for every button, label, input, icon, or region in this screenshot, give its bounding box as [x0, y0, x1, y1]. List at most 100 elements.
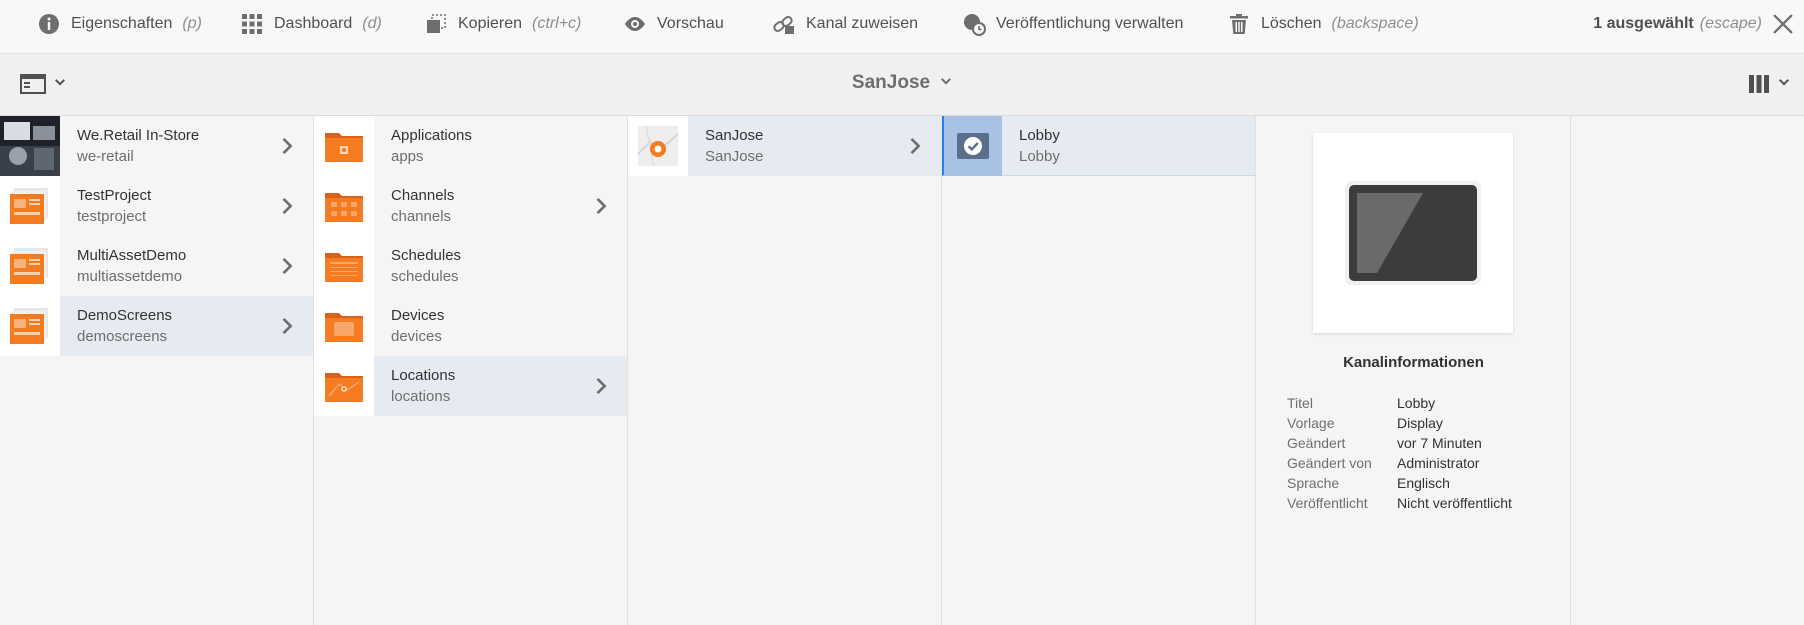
info-key: Veröffentlicht — [1287, 495, 1368, 511]
folder-icon — [314, 296, 374, 356]
column-view: We.Retail In-Store we-retail TestProject… — [0, 115, 1804, 625]
copy-icon — [427, 13, 446, 33]
info-row: Sprache Englisch — [1287, 473, 1512, 493]
preview-button[interactable]: Vorschau — [623, 0, 724, 47]
item-path: we-retail — [77, 148, 134, 165]
chevron-right-icon — [591, 197, 609, 215]
info-row: Veröffentlicht Nicht veröffentlicht — [1287, 493, 1512, 513]
project-card-icon — [0, 236, 60, 296]
title-bar: SanJose — [0, 54, 1804, 116]
info-row: Geändert vor 7 Minuten — [1287, 433, 1512, 453]
selection-shortcut: (escape) — [1699, 14, 1762, 32]
list-item[interactable]: TestProject testproject — [0, 176, 313, 236]
list-item[interactable]: Applications apps — [314, 116, 627, 176]
list-item[interactable]: Devices devices — [314, 296, 627, 356]
chevron-right-icon — [905, 137, 923, 155]
close-selection-button[interactable] — [1770, 11, 1796, 37]
manage-publication-label: Veröffentlichung verwalten — [996, 14, 1184, 32]
copy-label: Kopieren — [458, 14, 523, 32]
info-key: Sprache — [1287, 475, 1340, 491]
chevron-right-icon — [277, 317, 295, 335]
close-icon — [1773, 14, 1793, 34]
link-icon — [773, 15, 794, 34]
list-item[interactable]: MultiAssetDemo multiassetdemo — [0, 236, 313, 296]
list-item[interactable]: DemoScreens demoscreens — [0, 296, 313, 356]
folder-icon — [314, 356, 374, 416]
item-path: schedules — [391, 268, 459, 285]
channel-info-table: Titel Lobby Vorlage Display Geändert vor 7 … — [1287, 393, 1512, 513]
action-bar: Eigenschaften (p) Dashboard (d) Kopieren… — [0, 0, 1804, 54]
folder-icon — [314, 176, 374, 236]
list-item[interactable]: Locations locations — [314, 356, 627, 416]
assign-channel-button[interactable]: Kanal zuweisen — [772, 0, 918, 47]
breadcrumb[interactable]: SanJose — [0, 72, 1804, 94]
info-value: Nicht veröffentlicht — [1397, 495, 1512, 511]
assign-channel-label: Kanal zuweisen — [806, 14, 919, 32]
info-value: Englisch — [1397, 475, 1450, 491]
info-key: Vorlage — [1287, 415, 1335, 431]
copy-shortcut: (ctrl+c) — [532, 14, 582, 32]
info-value: Administrator — [1397, 455, 1480, 471]
info-row: Vorlage Display — [1287, 413, 1512, 433]
chevron-down-icon — [1778, 76, 1790, 93]
project-card-icon — [0, 296, 60, 356]
copy-button[interactable]: Kopieren (ctrl+c) — [424, 0, 581, 47]
globe-clock-icon — [964, 13, 986, 36]
empty-column — [1571, 116, 1804, 625]
list-item[interactable]: SanJose SanJose — [628, 116, 941, 176]
item-title: We.Retail In-Store — [77, 127, 200, 144]
dashboard-shortcut: (d) — [362, 14, 382, 32]
item-path: devices — [391, 328, 442, 345]
folders-column: Applications apps Channels channels Sche… — [314, 116, 628, 625]
properties-shortcut: (p) — [182, 14, 202, 32]
item-path: channels — [391, 208, 452, 225]
item-path: SanJose — [705, 148, 764, 165]
info-value: Display — [1397, 415, 1443, 431]
projects-column: We.Retail In-Store we-retail TestProject… — [0, 116, 314, 625]
channel-thumbnail — [1313, 133, 1513, 333]
selection-count: 1 ausgewählt (escape) — [1593, 0, 1762, 47]
dashboard-button[interactable]: Dashboard (d) — [240, 0, 382, 47]
info-row: Geändert von Administrator — [1287, 453, 1512, 473]
item-path: Lobby — [1019, 147, 1060, 165]
item-path: locations — [391, 388, 451, 405]
item-title: Channels — [391, 187, 455, 204]
location-pin-icon — [628, 116, 688, 176]
display-icon — [1345, 181, 1481, 285]
properties-button[interactable]: Eigenschaften (p) — [37, 0, 202, 47]
item-title: Schedules — [391, 247, 462, 264]
dashboard-label: Dashboard — [274, 14, 353, 32]
selection-count-label: 1 ausgewählt — [1593, 14, 1694, 32]
list-item[interactable]: Lobby Lobby — [942, 115, 1255, 176]
preview-title: Kanalinformationen — [1343, 354, 1484, 371]
info-value: vor 7 Minuten — [1397, 435, 1482, 451]
eye-icon — [625, 16, 645, 31]
delete-button[interactable]: Löschen (backspace) — [1227, 0, 1419, 47]
item-path: demoscreens — [77, 328, 168, 345]
locations-column: SanJose SanJose — [628, 116, 942, 625]
grid-icon — [242, 13, 262, 34]
list-item[interactable]: Channels channels — [314, 176, 627, 236]
folder-icon — [314, 116, 374, 176]
item-title: SanJose — [705, 127, 764, 144]
list-item[interactable]: We.Retail In-Store we-retail — [0, 116, 313, 176]
breadcrumb-title: SanJose — [851, 72, 931, 93]
info-icon — [39, 13, 59, 34]
view-switcher-button[interactable] — [1748, 73, 1790, 95]
chevron-down-icon — [940, 72, 952, 94]
selection-check-icon[interactable] — [944, 115, 1002, 176]
trash-icon — [1230, 13, 1248, 34]
item-path: multiassetdemo — [77, 268, 183, 285]
info-key: Titel — [1287, 395, 1313, 411]
chevron-right-icon — [277, 197, 295, 215]
item-path: apps — [391, 148, 424, 165]
info-key: Geändert — [1287, 435, 1346, 451]
item-title: Devices — [391, 307, 445, 324]
item-title: Locations — [391, 367, 456, 384]
chevron-right-icon — [277, 257, 295, 275]
channels-column: Lobby Lobby — [942, 115, 1256, 625]
properties-label: Eigenschaften — [71, 14, 173, 32]
manage-publication-button[interactable]: Veröffentlichung verwalten — [962, 0, 1183, 47]
list-item[interactable]: Schedules schedules — [314, 236, 627, 296]
delete-label: Löschen — [1261, 14, 1322, 32]
